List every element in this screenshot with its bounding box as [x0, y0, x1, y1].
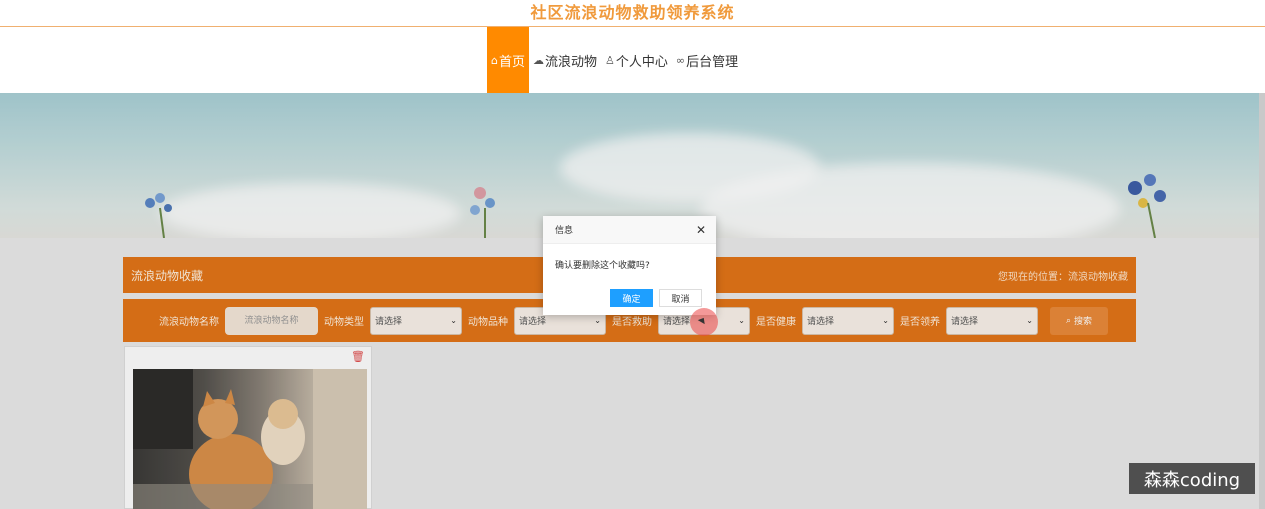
- link-icon: ∞: [675, 53, 686, 67]
- dialog-message: 确认要删除这个收藏吗?: [555, 261, 650, 271]
- top-navbar: ⌂ 首页 ☁ 流浪动物 ♙ 个人中心 ∞ 后台管理: [0, 27, 1265, 93]
- nav-item-home[interactable]: ⌂ 首页: [487, 27, 529, 93]
- cloud-icon: ☁: [533, 53, 544, 67]
- site-title: 社区流浪动物救助领养系统: [0, 0, 1265, 27]
- cancel-button[interactable]: 取消: [659, 289, 702, 307]
- nav-item-label: 个人中心: [615, 54, 668, 70]
- nav-item-label: 后台管理: [686, 54, 739, 70]
- watermark: 森森coding: [1129, 463, 1255, 494]
- close-icon[interactable]: ✕: [696, 223, 706, 237]
- dialog-title: 信息: [555, 226, 574, 236]
- nav-menu: ⌂ 首页 ☁ 流浪动物 ♙ 个人中心 ∞ 后台管理: [487, 27, 742, 93]
- dialog-buttons: 确定 取消: [610, 289, 702, 307]
- nav-item-label: 流浪动物: [545, 54, 598, 70]
- nav-item-stray-animals[interactable]: ☁ 流浪动物: [529, 27, 601, 93]
- confirm-button[interactable]: 确定: [610, 289, 653, 307]
- nav-item-label: 首页: [498, 54, 525, 70]
- home-icon: ⌂: [491, 53, 498, 67]
- nav-item-admin[interactable]: ∞ 后台管理: [672, 27, 742, 93]
- user-icon: ♙: [605, 53, 615, 67]
- nav-item-personal-center[interactable]: ♙ 个人中心: [601, 27, 672, 93]
- confirm-dialog: 信息 ✕ 确认要删除这个收藏吗? 确定 取消: [543, 216, 716, 315]
- dialog-header: 信息 ✕: [543, 216, 716, 244]
